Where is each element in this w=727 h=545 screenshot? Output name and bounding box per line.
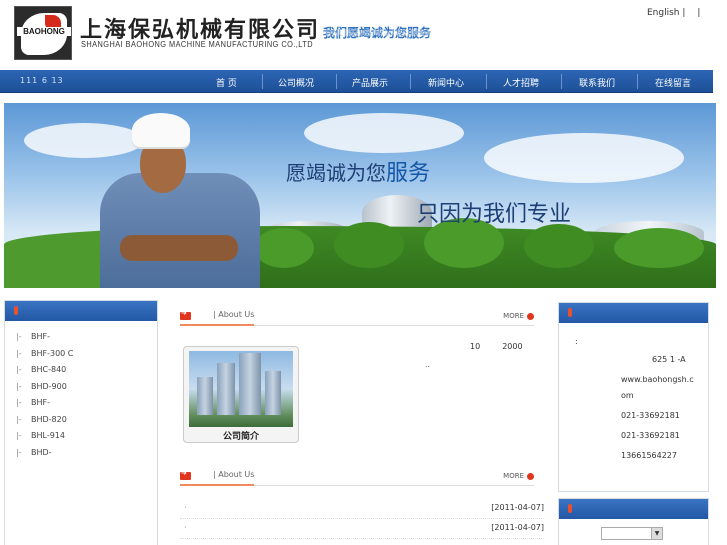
banner-headline: 愿竭诚为您服务 [286,161,431,186]
about-section-header: | About Us MORE [180,304,534,326]
nav-divider [486,74,487,89]
tree [334,222,404,268]
about-year: 2000 [502,342,523,351]
nav-divider [561,74,562,89]
building [239,353,261,415]
news-row[interactable]: · [2011-04-07] [180,519,544,539]
nav-divider [410,74,411,89]
english-link[interactable]: English | [647,8,685,18]
company-intro-card[interactable]: 公司简介 [183,346,299,443]
nav-item-products[interactable]: 产品展示 [352,76,388,89]
product-item[interactable]: BHD-900 [5,379,157,396]
nav-item-contact[interactable]: 联系我们 [579,76,615,89]
product-item[interactable]: BHD- [5,445,157,462]
building [265,371,281,415]
more-arrow-icon [527,312,534,320]
contact-panel: : 625 1 -A www.baohongsh.c om 021-336921… [558,302,709,492]
about-years: 10 [470,342,481,351]
news-bullet: · [184,503,187,512]
nav-phone-number: 111 6 13 [20,76,64,85]
nav-item-company-overview[interactable]: 公司概况 [278,76,314,89]
header: BAOHONG 上海保弘机械有限公司 SHANGHAI BAOHONG MACH… [0,0,727,70]
product-item[interactable]: BHL-914 [5,428,157,445]
product-sidebar-header [5,301,157,321]
contact-address: 625 1 -A [652,355,686,364]
arrow-right-icon [180,309,191,320]
about-section-title: | About Us [213,310,255,319]
search-category-select[interactable]: ▼ [601,527,663,540]
company-name-en: SHANGHAI BAOHONG MACHINE MANUFACTURING C… [81,40,314,49]
building-photo [189,351,293,427]
nav-item-guestbook[interactable]: 在线留言 [655,76,691,89]
company-intro-caption: 公司简介 [222,432,259,442]
banner-cloud [24,123,144,158]
news-date: [2011-04-07] [491,523,544,532]
product-item[interactable]: BHC-840 [5,362,157,379]
nav-item-home[interactable]: 首 页 [216,76,237,89]
contact-mobile: 13661564227 [621,451,677,460]
hard-hat-icon [132,113,190,147]
banner-subheadline: 只因为我们专业 [417,202,572,227]
chevron-down-icon[interactable]: ▼ [651,528,662,539]
banner-cloud [484,133,684,183]
nav-divider [336,74,337,89]
nav-divider [262,74,263,89]
contact-phone: 021-33692181 [621,411,680,420]
news-section-title: | About Us [213,470,255,479]
arrow-right-icon [180,469,191,480]
news-date: [2011-04-07] [491,503,544,512]
marker-icon [568,504,572,513]
nav-divider [637,74,638,89]
banner-headline-emphasis: 服务 [386,161,431,186]
building [217,363,235,415]
product-list: BHF- BHF-300 C BHC-840 BHD-900 BHF- BHD-… [5,321,157,461]
language-link-separator[interactable]: | [697,8,700,18]
news-section-header: | About Us MORE [180,464,534,486]
news-more-link[interactable]: MORE [503,472,534,480]
about-more-link[interactable]: MORE [503,312,534,320]
company-logo[interactable]: BAOHONG [14,6,72,60]
hero-banner: 愿竭诚为您服务 只因为我们专业 [4,103,716,288]
section-underline [180,484,254,486]
worker-arms [120,235,238,261]
about-text: 10 2000 [470,342,523,351]
logo-text: BAOHONG [17,27,71,36]
product-item[interactable]: BHF- [5,395,157,412]
language-links: English | | [647,8,712,18]
banner-cloud [304,113,464,153]
header-slogan-reflection: 我们愿竭诚为您服务 [323,28,432,37]
worker-figure [100,173,260,288]
search-panel: ▼ [558,498,709,545]
building [197,377,213,415]
nav-item-careers[interactable]: 人才招聘 [503,76,539,89]
contact-website[interactable]: www.baohongsh.c [621,375,694,384]
contact-colon: : [575,337,578,346]
product-item[interactable]: BHD-820 [5,412,157,429]
more-arrow-icon [527,472,534,480]
news-bullet: · [184,523,187,532]
product-item[interactable]: BHF-300 C [5,346,157,363]
tree [524,224,594,268]
marker-icon [568,308,572,317]
nav-item-news[interactable]: 新闻中心 [428,76,464,89]
search-panel-header [559,499,708,519]
main-nav: 111 6 13 首 页 公司概况 产品展示 新闻中心 人才招聘 联系我们 在线… [0,70,713,93]
product-item[interactable]: BHF- [5,329,157,346]
marker-icon [14,306,18,315]
contact-panel-header [559,303,708,323]
product-sidebar: BHF- BHF-300 C BHC-840 BHD-900 BHF- BHD-… [4,300,158,545]
section-underline [180,324,254,326]
contact-fax: 021-33692181 [621,431,680,440]
news-row[interactable]: · [2011-04-07] [180,499,544,519]
tree [254,228,314,268]
tree [614,228,704,268]
about-text-dots: .. [425,360,431,369]
contact-website-cont[interactable]: om [621,391,634,400]
